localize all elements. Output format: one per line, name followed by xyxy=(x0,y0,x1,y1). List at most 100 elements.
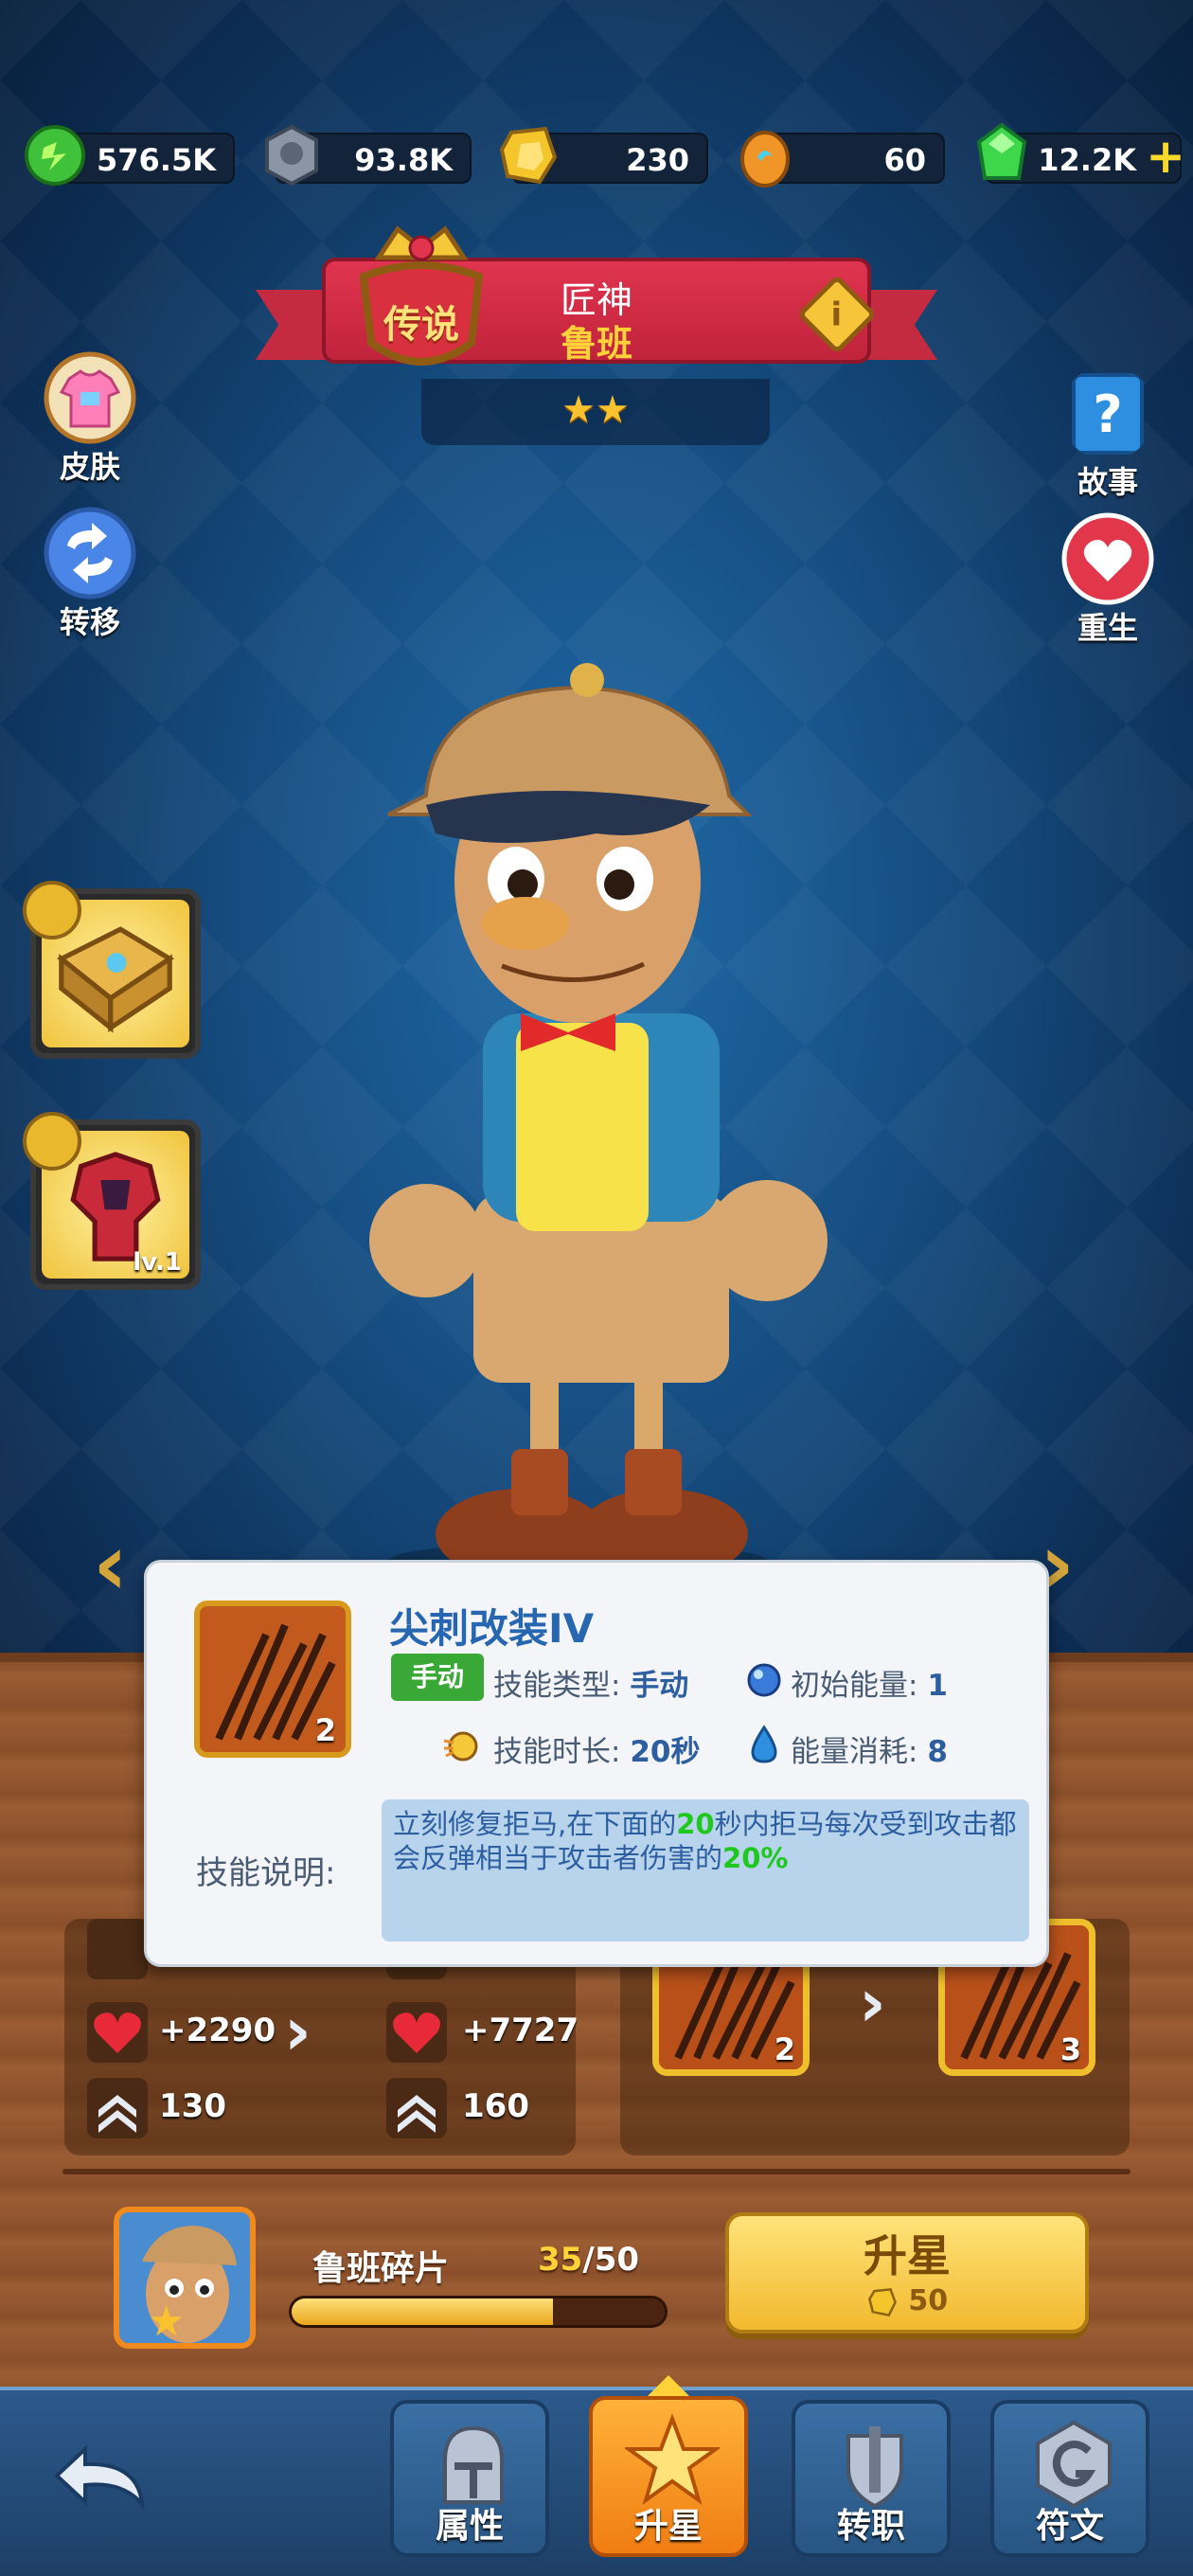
tab-job-change[interactable]: 转职 xyxy=(792,2400,951,2557)
skill-type: 技能类型: 手动 xyxy=(493,1661,688,1704)
tab-upstar[interactable]: 升星 xyxy=(589,2396,748,2557)
desc-highlight: 20% xyxy=(722,1842,789,1874)
currency-value: 230 xyxy=(626,142,689,178)
shield-badge-icon xyxy=(23,1112,81,1171)
tab-label: 升星 xyxy=(633,2507,703,2546)
equipment-level: lv.1 xyxy=(133,1248,182,1277)
green-energy-icon xyxy=(25,125,85,186)
skill-duration-value: 20秒 xyxy=(630,1735,701,1769)
active-tab-pointer xyxy=(648,2375,689,2396)
hero-portrait-icon: ★ xyxy=(119,2212,250,2343)
initial-energy: 初始能量: 1 xyxy=(791,1661,948,1704)
skill-icon-frame: 2 xyxy=(194,1601,351,1758)
skill-description: 立刻修复拒马,在下面的20秒内拒马每次受到攻击都会反弹相当于攻击者伤害的20% xyxy=(382,1799,1029,1941)
shard-progress-bar xyxy=(289,2296,668,2328)
skill-duration: 技能时长: 20秒 xyxy=(493,1727,700,1770)
skill-type-label: 技能类型: xyxy=(493,1669,621,1703)
story-label: 故事 xyxy=(1077,464,1138,500)
shield-badge-icon xyxy=(23,881,81,939)
gold-crystal-icon xyxy=(499,126,558,185)
back-button[interactable] xyxy=(47,2424,170,2529)
heart-icon xyxy=(386,2002,447,2063)
skill-current-level: 2 xyxy=(774,2031,795,2067)
skill-duration-label: 技能时长: xyxy=(493,1735,621,1769)
star-icon xyxy=(625,2413,720,2505)
stone-badge-icon xyxy=(265,124,318,187)
transfer-label: 转移 xyxy=(59,604,120,640)
equipment-slot-book[interactable] xyxy=(23,881,201,1059)
energy-cost-label: 能量消耗: xyxy=(791,1735,918,1769)
upstar-cost-value: 50 xyxy=(908,2284,949,2317)
equipment-slot-armor[interactable]: lv.1 xyxy=(23,1112,201,1290)
tab-runes[interactable]: 符文 xyxy=(990,2400,1149,2557)
gold-crystal-icon xyxy=(867,2287,897,2317)
rebirth-button[interactable]: 重生 xyxy=(1037,511,1179,648)
rank-chevron-icon xyxy=(386,2078,447,2138)
hero-portrait[interactable]: ★ xyxy=(114,2207,256,2349)
current-rank-value: 130 xyxy=(159,2087,226,2125)
energy-orb-icon xyxy=(747,1663,781,1697)
currency-gem[interactable]: 12.2K + xyxy=(976,122,1185,184)
currency-energy[interactable]: 576.5K xyxy=(25,125,235,186)
skill-name: 尖刺改装IV xyxy=(389,1605,595,1652)
energy-drop-icon xyxy=(751,1725,777,1763)
shard-separator: / xyxy=(582,2241,595,2279)
shard-progress-fill xyxy=(292,2299,553,2325)
rarity-label: 传说 xyxy=(383,303,459,347)
initial-energy-label: 初始能量: xyxy=(791,1669,918,1703)
tab-label: 属性 xyxy=(435,2507,504,2546)
desc-text: 立刻修复拒马,在下面的 xyxy=(393,1808,677,1840)
currency-value: 12.2K xyxy=(1038,142,1136,178)
star-icon: ★ xyxy=(596,388,630,432)
currency-stone[interactable]: 93.8K xyxy=(265,124,472,187)
svg-text:?: ? xyxy=(1093,385,1122,444)
rebirth-label: 重生 xyxy=(1077,610,1138,646)
current-hp-value: +2290 xyxy=(159,2012,276,2049)
shard-count: 35/50 xyxy=(538,2241,639,2279)
currency-value: 60 xyxy=(883,142,926,178)
info-icon: i xyxy=(830,295,843,334)
rune-icon xyxy=(1036,2420,1112,2509)
currency-gold[interactable]: 230 xyxy=(499,126,708,185)
currency-egg[interactable]: 60 xyxy=(740,131,945,188)
initial-energy-value: 1 xyxy=(927,1669,948,1703)
tshirt-icon xyxy=(44,351,136,444)
heart-refresh-icon xyxy=(1061,512,1154,605)
green-gem-icon xyxy=(976,122,1027,180)
story-button[interactable]: ? 故事 xyxy=(1037,366,1179,502)
next-rank-value: 160 xyxy=(462,2087,529,2125)
heart-icon xyxy=(87,2002,148,2063)
sword-shield-icon xyxy=(846,2426,903,2509)
upstar-button[interactable]: 升星 50 xyxy=(725,2212,1089,2334)
manual-tag: 手动 xyxy=(391,1654,484,1701)
flame-egg-icon xyxy=(740,131,790,188)
tab-label: 符文 xyxy=(1035,2507,1104,2546)
skin-label: 皮肤 xyxy=(59,449,120,485)
arrow-right-icon: › xyxy=(284,1993,312,2070)
prev-hero-arrow[interactable]: ‹ xyxy=(93,1515,128,1615)
skill-tooltip: 2 尖刺改装IV 手动 技能类型: 手动 初始能量: 1 技能时长: 20秒 能… xyxy=(144,1560,1049,1967)
skill-icon-count: 2 xyxy=(314,1712,336,1748)
skin-button[interactable]: 皮肤 xyxy=(19,350,161,487)
upstar-label: 升星 xyxy=(864,2230,951,2281)
divider xyxy=(62,2169,1131,2174)
transfer-button[interactable]: 转移 xyxy=(19,506,161,642)
knight-helmet-icon xyxy=(443,2425,504,2504)
shard-current: 35 xyxy=(538,2241,583,2279)
add-gems-button[interactable]: + xyxy=(1146,133,1185,180)
hero-stars: ★★ xyxy=(421,379,770,445)
rarity-crest: 传说 xyxy=(350,220,492,381)
sword-icon xyxy=(87,1919,148,1979)
swap-icon xyxy=(44,507,136,599)
tab-label: 转职 xyxy=(836,2507,905,2546)
arrow-right-icon: › xyxy=(859,1964,886,2042)
energy-cost-value: 8 xyxy=(927,1735,948,1769)
star-icon: ★ xyxy=(561,388,596,432)
energy-cost: 能量消耗: 8 xyxy=(791,1727,948,1770)
currency-value: 576.5K xyxy=(96,142,216,178)
shard-label: 鲁班碎片 xyxy=(312,2249,450,2288)
rank-chevron-icon xyxy=(87,2078,148,2138)
skill-next-level: 3 xyxy=(1059,2031,1081,2067)
shard-required: 50 xyxy=(594,2241,640,2279)
tab-attributes[interactable]: 属性 xyxy=(390,2400,549,2557)
